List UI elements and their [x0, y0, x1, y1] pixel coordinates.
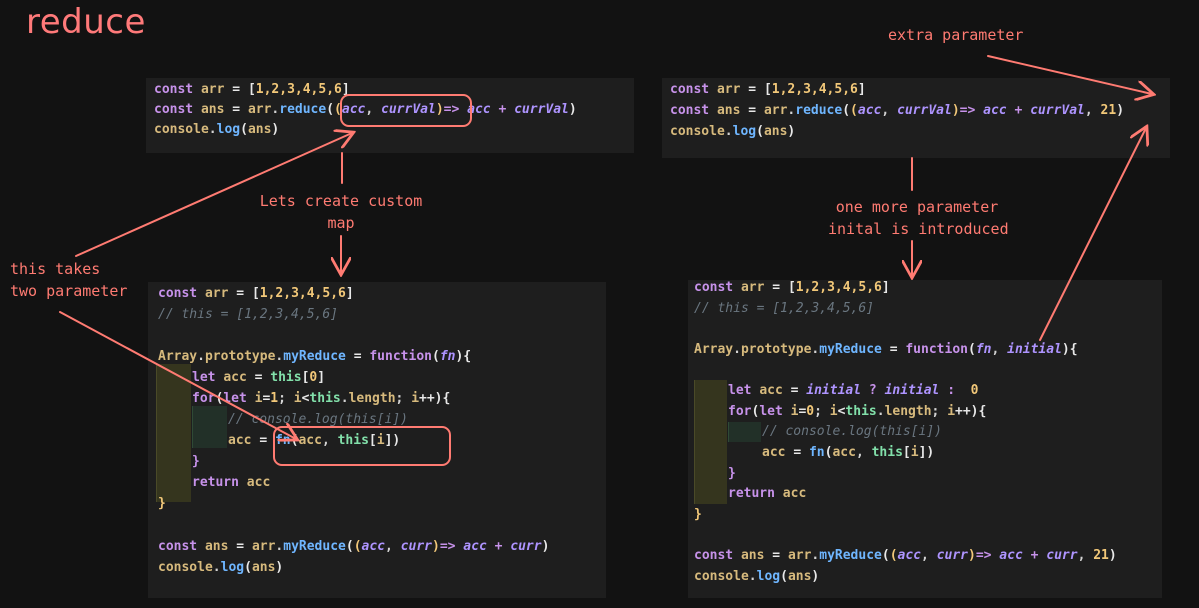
arrow-extra-parameter [987, 55, 1152, 94]
arrow-two-param-up [75, 133, 352, 257]
arrow-initial-to-21 [1039, 128, 1146, 341]
highlight-box-fn-call [273, 426, 451, 466]
highlight-box-params [340, 94, 472, 127]
arrow-two-param-down [59, 311, 296, 439]
annotation-overlay [59, 55, 1199, 466]
